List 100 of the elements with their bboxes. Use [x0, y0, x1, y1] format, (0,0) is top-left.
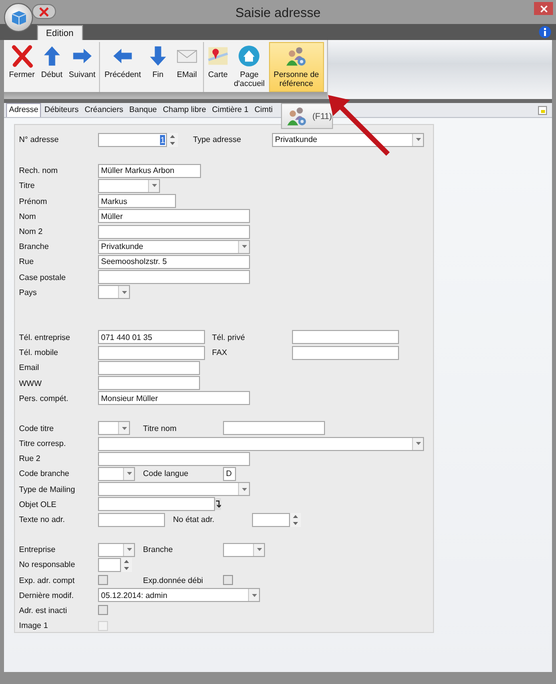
dropdown-field[interactable]: Privatkunde [272, 132, 424, 147]
field-label: Email [19, 363, 40, 372]
field-label: No responsable [19, 560, 76, 570]
page-tab[interactable]: Créanciers [82, 103, 126, 117]
field-label: Type adresse [193, 135, 242, 144]
ribbon-button[interactable]: Début [38, 42, 66, 92]
spin-arrows-icon[interactable] [121, 558, 132, 572]
field-label: Prénom [19, 196, 48, 206]
dropdown-field[interactable] [98, 421, 130, 436]
page-tab[interactable]: Banque [126, 103, 160, 117]
dropdown-field[interactable] [98, 466, 135, 481]
caret-icon [256, 548, 262, 552]
caret-icon [242, 245, 246, 248]
field-label: Tél. mobile [19, 348, 60, 358]
caret-icon [126, 548, 132, 552]
caret-icon [416, 442, 420, 446]
close-icon [38, 6, 50, 16]
text-field[interactable] [98, 452, 250, 466]
text-field[interactable]: Müller Markus Arbon [98, 164, 201, 178]
dropdown-field[interactable] [98, 178, 160, 193]
dropdown-field[interactable] [98, 436, 424, 451]
spin-arrows-icon[interactable] [290, 512, 301, 527]
close-icon [540, 4, 548, 12]
text-field[interactable]: Müller [98, 209, 250, 224]
object-field[interactable] [98, 497, 215, 512]
field-label: Case postale [19, 272, 67, 282]
page-tab[interactable]: Adresse [6, 103, 42, 117]
field-label: Pers. compét. [19, 394, 70, 403]
page-tab[interactable]: Cimti [251, 103, 276, 117]
field-label: N° adresse [19, 135, 60, 144]
field-label: Branche [19, 242, 50, 252]
ribbon-button[interactable]: Suivant [66, 42, 98, 92]
close-button[interactable] [534, 2, 553, 15]
field-label: WWW [19, 378, 43, 388]
field-label: Titre nom [143, 424, 178, 433]
text-field[interactable]: Markus [98, 194, 176, 208]
caret-icon [126, 472, 132, 476]
field-label: Exp. adr. compt [19, 576, 76, 585]
number-field[interactable] [252, 512, 301, 527]
caret-icon [152, 184, 156, 188]
window-title: Saisie adresse [235, 4, 321, 20]
field-label: No état adr. [173, 515, 216, 524]
ribbon-button[interactable]: Fin [144, 42, 172, 92]
info-icon[interactable] [539, 26, 551, 38]
field-label: Adr. est inacti [19, 606, 68, 615]
text-field[interactable] [98, 360, 200, 375]
dropdown-field[interactable] [223, 542, 265, 557]
field-label: Pays [19, 288, 38, 297]
text-field[interactable] [98, 376, 200, 390]
caret-icon [416, 138, 420, 142]
field-label: Dernière modif. [19, 590, 75, 600]
dropdown-field[interactable]: 05.12.2014: admin [98, 588, 260, 602]
cube-icon [10, 10, 26, 26]
text-field[interactable] [292, 346, 399, 360]
ribbon-button[interactable]: Personne de référence [268, 42, 324, 92]
page-tab[interactable]: Cimtière 1 [209, 103, 252, 117]
ribbon-tab[interactable]: Edition [37, 25, 83, 40]
close-icon [10, 44, 34, 68]
field-label: Rech. nom [19, 166, 59, 176]
dropdown-field[interactable] [98, 482, 250, 496]
text-field[interactable] [98, 346, 205, 360]
text-field[interactable]: 071 440 01 35 [98, 330, 205, 344]
text-field[interactable] [98, 512, 165, 527]
ribbon-button[interactable]: Carte [206, 42, 230, 92]
text-field[interactable] [98, 270, 250, 284]
page-tab[interactable]: Champ libre [160, 103, 210, 117]
field-label: Code titre [19, 424, 55, 433]
field-label: Entreprise [19, 545, 56, 554]
ribbon-button[interactable]: Fermer [7, 42, 37, 92]
text-field[interactable]: D [223, 466, 236, 481]
ribbon-button[interactable]: Page d'accueil [230, 42, 268, 92]
caret-icon [122, 426, 126, 430]
ribbon-button[interactable]: Précédent [102, 42, 143, 92]
text-field[interactable] [223, 421, 325, 436]
field-label: Tél. entreprise [19, 332, 72, 342]
text-field[interactable]: Monsieur Müller [98, 391, 250, 406]
shortcut-text: (F11) [312, 111, 332, 121]
field-label: Titre [19, 181, 36, 190]
checkbox[interactable] [223, 575, 233, 586]
people-gear-icon [284, 44, 308, 68]
text-field[interactable]: Seemoosholzstr. 5 [98, 254, 250, 269]
field-label: Texte no adr. [19, 515, 66, 524]
caret-icon [242, 488, 246, 491]
text-field[interactable] [292, 330, 399, 344]
spin-arrows-icon[interactable] [167, 132, 178, 147]
field-label: Type de Mailing [19, 484, 76, 494]
text-field[interactable] [98, 224, 250, 239]
insert-icon[interactable] [215, 498, 221, 510]
dropdown-field[interactable] [98, 542, 135, 557]
dropdown-field[interactable] [98, 285, 130, 300]
pin-icon[interactable] [538, 106, 547, 115]
checkbox[interactable] [98, 605, 108, 616]
checkbox[interactable] [98, 575, 108, 586]
ribbon-button[interactable]: EMail [172, 42, 201, 92]
field-label: Nom [19, 212, 37, 221]
dropdown-field[interactable]: Privatkunde [98, 240, 250, 254]
field-label: Code branche [19, 469, 70, 478]
field-label: FAX [212, 348, 228, 358]
page-tab[interactable]: Débiteurs [41, 103, 82, 117]
number-field[interactable] [98, 558, 132, 572]
